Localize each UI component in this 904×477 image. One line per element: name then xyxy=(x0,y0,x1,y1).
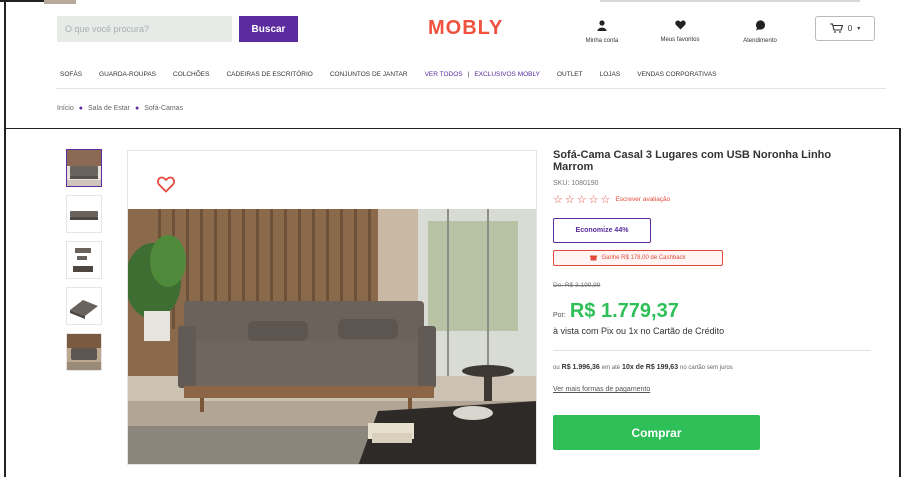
payment-options-link[interactable]: Ver mais formas de pagamento xyxy=(553,386,650,393)
frame-top-border-right xyxy=(600,0,860,2)
star-icon: ☆ xyxy=(588,194,599,206)
nav-item-vendas-corporativas[interactable]: VENDAS CORPORATIVAS xyxy=(637,71,716,78)
frame-top-border xyxy=(0,0,44,2)
cart-button[interactable]: 0 ▾ xyxy=(815,16,875,41)
payment-note: à vista com Pix ou 1x no Cartão de Crédi… xyxy=(553,326,725,336)
user-icon xyxy=(567,20,637,34)
nav-item-outlet[interactable]: OUTLET xyxy=(557,71,583,78)
star-icon: ☆ xyxy=(564,194,575,206)
nav-item-guarda-roupas[interactable]: GUARDA-ROUPAS xyxy=(99,71,156,78)
breadcrumb-separator-icon: ● xyxy=(135,105,140,112)
buy-button[interactable]: Comprar xyxy=(553,415,760,450)
install-prefix: ou xyxy=(553,365,560,371)
product-thumbnail-2[interactable] xyxy=(66,195,102,233)
nav-item-exclusivos[interactable]: EXCLUSIVOS MOBLY xyxy=(474,71,540,78)
cropped-image-edge xyxy=(44,0,76,4)
install-total: R$ 1.996,36 xyxy=(561,364,600,371)
price-divider xyxy=(553,350,871,351)
breadcrumb-separator-icon: ● xyxy=(78,105,83,112)
product-sku: SKU: 1080190 xyxy=(553,180,599,187)
product-thumbnail-5[interactable] xyxy=(66,333,102,371)
my-account-label: Minha conta xyxy=(585,38,619,44)
nav-item-conjuntos[interactable]: CONJUNTOS DE JANTAR xyxy=(330,71,408,78)
nav-separator: | xyxy=(467,71,470,78)
nav-item-cadeiras[interactable]: CADEIRAS DE ESCRITÓRIO xyxy=(226,71,312,78)
product-thumbnail-4[interactable] xyxy=(66,287,102,325)
heart-icon xyxy=(645,20,715,33)
nav-item-lojas[interactable]: LOJAS xyxy=(600,71,621,78)
breadcrumb-item[interactable]: Início xyxy=(57,105,74,112)
frame-left-border xyxy=(4,0,6,477)
cashback-badge: Ganhe R$ 178,00 de Cashback xyxy=(553,250,723,266)
product-thumbnail-3[interactable] xyxy=(66,241,102,279)
breadcrumb-item[interactable]: Sala de Estar xyxy=(88,105,130,112)
product-main-image[interactable] xyxy=(127,150,537,465)
cart-count: 0 xyxy=(847,24,853,33)
chat-icon xyxy=(725,20,795,34)
favorites-link[interactable]: Meus favoritos xyxy=(645,20,715,43)
breadcrumb-item[interactable]: Sofá-Camas xyxy=(144,105,183,112)
frame-right-border xyxy=(899,128,901,477)
install-suffix: no cartão sem juros xyxy=(680,365,733,371)
price-prefix: Por: xyxy=(553,312,566,319)
favorite-heart-icon[interactable] xyxy=(157,176,175,196)
nav-item-colchoes[interactable]: COLCHÕES xyxy=(173,71,209,78)
install-mid: em até xyxy=(601,365,621,371)
star-icon: ☆ xyxy=(576,194,587,206)
star-icon: ☆ xyxy=(600,194,611,206)
chevron-down-icon: ▾ xyxy=(857,26,861,32)
search-button[interactable]: Buscar xyxy=(239,16,298,42)
gift-icon xyxy=(590,254,598,263)
breadcrumb: Início ● Sala de Estar ● Sofá-Camas xyxy=(57,105,183,112)
support-label: Atendimento xyxy=(743,38,777,44)
cart-icon xyxy=(829,22,844,35)
support-link[interactable]: Atendimento xyxy=(725,20,795,44)
frame-divider xyxy=(6,128,901,129)
product-title: Sofá-Cama Casal 3 Lugares com USB Noronh… xyxy=(553,149,832,173)
product-thumbnail-1[interactable] xyxy=(66,149,102,187)
price-row: Por: R$ 1.779,37 xyxy=(553,300,679,323)
nav-item-ver-todos[interactable]: VER TODOS xyxy=(425,71,463,78)
old-price: De: R$ 3.199,99 xyxy=(553,282,601,289)
star-icon: ☆ xyxy=(553,194,563,206)
favorites-label: Meus favoritos xyxy=(660,37,700,43)
nav-item-sofas[interactable]: SOFÁS xyxy=(60,71,82,78)
write-review-link[interactable]: Escrever avaliação xyxy=(615,196,670,203)
cashback-text: Ganhe R$ 178,00 de Cashback xyxy=(601,255,686,261)
economize-badge: Economize 44% xyxy=(553,218,651,243)
search-input[interactable] xyxy=(57,16,232,42)
installments-info: ou R$ 1.996,36 em até 10x de R$ 199,63 n… xyxy=(553,364,733,371)
rating-stars[interactable]: ☆ ☆ ☆ ☆ ☆ Escrever avaliação xyxy=(553,193,670,206)
main-navigation: SOFÁS GUARDA-ROUPAS COLCHÕES CADEIRAS DE… xyxy=(60,71,733,78)
my-account-link[interactable]: Minha conta xyxy=(567,20,637,44)
install-terms: 10x de R$ 199,63 xyxy=(622,364,679,371)
mobly-logo[interactable]: MOBLY xyxy=(428,17,503,40)
nav-divider xyxy=(56,88,886,89)
current-price: R$ 1.779,37 xyxy=(569,300,679,322)
